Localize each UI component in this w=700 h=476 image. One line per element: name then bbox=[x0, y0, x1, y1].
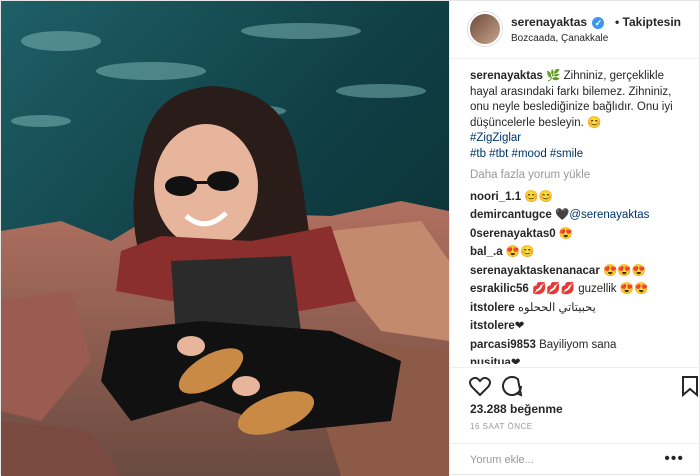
like-count[interactable]: 23.288 beğenme bbox=[470, 402, 563, 416]
post-timestamp[interactable]: 16 SAAT ÖNCE bbox=[470, 422, 533, 431]
comment-username[interactable]: parcasi9853 bbox=[470, 339, 536, 351]
verified-badge-icon: ✓ bbox=[592, 16, 605, 29]
post-sidebar: serenayaktas ✓ • Takiptesin Bozcaada, Ça… bbox=[449, 1, 700, 476]
comment-username[interactable]: 0serenayaktas0 bbox=[470, 228, 556, 240]
follow-status[interactable]: • Takiptesin bbox=[615, 15, 681, 29]
comment-username[interactable]: itstolere bbox=[470, 320, 515, 332]
comment-item: esrakilic56 💋💋💋 guzellik 😍😍 bbox=[470, 282, 692, 298]
header-username[interactable]: serenayaktas ✓ bbox=[511, 15, 605, 29]
comment-text: 😍😍😍 bbox=[603, 264, 646, 277]
comment-username[interactable]: nusitua bbox=[470, 357, 511, 364]
comment-username[interactable]: esrakilic56 bbox=[470, 283, 529, 295]
hashtag-line-1[interactable]: #ZigZiglar bbox=[470, 132, 521, 144]
comment-username[interactable]: itstolere bbox=[470, 302, 515, 314]
bookmark-icon[interactable] bbox=[678, 374, 700, 398]
comment-text: 🖤 bbox=[555, 209, 570, 221]
comment-item: itstolere❤ bbox=[470, 319, 692, 335]
comment-username[interactable]: noori_1.1 bbox=[470, 191, 521, 203]
comment-item: bal_.a 😍😊 bbox=[470, 245, 692, 261]
comment-item: demircantugce 🖤@serenayaktas bbox=[470, 208, 692, 224]
username-text[interactable]: serenayaktas bbox=[511, 15, 587, 29]
comment-item: noori_1.1 😊😊 bbox=[470, 190, 692, 206]
comment-text: Bayiliyom sana bbox=[539, 338, 617, 351]
add-comment-bar: Yorum ekle... ••• bbox=[450, 443, 700, 476]
post-header: serenayaktas ✓ • Takiptesin Bozcaada, Ça… bbox=[450, 1, 700, 59]
comment-item: parcasi9853 Bayiliyom sana bbox=[470, 338, 692, 354]
caption-username[interactable]: serenayaktas bbox=[470, 70, 543, 82]
comment-text: يحبيتاتي الححلوه bbox=[517, 301, 596, 314]
post-container: serenayaktas ✓ • Takiptesin Bozcaada, Ça… bbox=[0, 0, 700, 476]
action-bar bbox=[450, 367, 700, 403]
comment-text: ❤ bbox=[514, 320, 525, 332]
photo-illustration bbox=[1, 1, 449, 476]
comment-input[interactable]: Yorum ekle... bbox=[470, 454, 534, 466]
comment-item: 0serenayaktas0 😍 bbox=[470, 227, 692, 243]
location-link[interactable]: Bozcaada, Çanakkale bbox=[511, 33, 608, 44]
comment-icon[interactable] bbox=[500, 374, 524, 398]
comment-item: serenayaktaskenanacar 😍😍😍 bbox=[470, 264, 692, 280]
avatar[interactable] bbox=[468, 12, 502, 46]
comment-text: ❤ bbox=[510, 357, 521, 364]
comment-item: nusitua❤ bbox=[470, 356, 692, 364]
comment-item: itstolere يحبيتاتي الححلوه bbox=[470, 301, 692, 317]
comment-mention[interactable]: @serenayaktas bbox=[569, 209, 649, 221]
more-options-icon[interactable]: ••• bbox=[664, 450, 684, 468]
follow-label[interactable]: Takiptesin bbox=[623, 15, 681, 29]
comment-text: 😍😊 bbox=[505, 246, 535, 258]
comment-text: 💋💋💋 guzellik 😍😍 bbox=[532, 283, 649, 295]
comment-text: 😍 bbox=[558, 227, 574, 240]
comment-username[interactable]: demircantugce bbox=[470, 209, 552, 221]
post-photo[interactable] bbox=[1, 1, 449, 476]
load-more-comments-link[interactable]: Daha fazla yorum yükle bbox=[470, 168, 692, 184]
comment-username[interactable]: bal_.a bbox=[470, 246, 503, 258]
hashtag-line-2[interactable]: #tb #tbt #mood #smile bbox=[470, 148, 583, 160]
comment-text: 😊😊 bbox=[524, 190, 553, 203]
heart-icon[interactable] bbox=[468, 374, 492, 398]
comments-panel: serenayaktas 🌿 Zihniniz, gerçeklikle hay… bbox=[470, 69, 692, 364]
comment-username[interactable]: serenayaktaskenanacar bbox=[470, 265, 600, 277]
caption: serenayaktas 🌿 Zihniniz, gerçeklikle hay… bbox=[470, 69, 692, 162]
